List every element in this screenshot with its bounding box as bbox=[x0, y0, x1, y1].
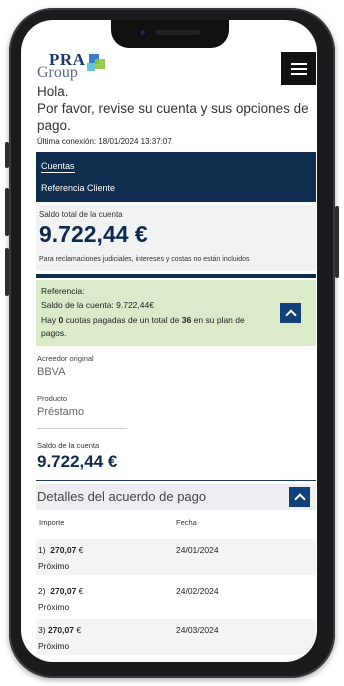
product-value: Préstamo bbox=[37, 406, 85, 418]
phone-volume-up-button bbox=[5, 188, 9, 236]
phone-power-button bbox=[335, 206, 339, 278]
payment-row: 3) 270,07 € Próximo 24/03/2024 bbox=[36, 619, 316, 655]
payment-row: 2) 270,07 € Próximo 24/02/2024 bbox=[36, 580, 316, 616]
hamburger-menu-icon bbox=[290, 62, 307, 75]
payment-plan-collapse-button[interactable] bbox=[289, 487, 310, 507]
phone-volume-down-button bbox=[5, 248, 9, 296]
total-balance-label: Saldo total de la cuenta bbox=[39, 210, 123, 219]
reference-quotas: Hay 0 cuotas pagadas de un total de 36 e… bbox=[41, 315, 245, 338]
payment-date: 24/03/2024 bbox=[176, 625, 219, 635]
total-balance-amount: 9.722,44 € bbox=[39, 221, 148, 247]
greeting-hello: Hola. bbox=[37, 84, 69, 99]
menu-button[interactable] bbox=[281, 52, 316, 85]
payment-status: Próximo bbox=[38, 641, 70, 651]
payment-plan-columns: Importe Fecha bbox=[36, 513, 316, 538]
payment-amount: 2) 270,07 € bbox=[38, 586, 84, 596]
reference-title: Referencia: bbox=[41, 286, 85, 296]
creditor-label: Acreedor original bbox=[37, 354, 94, 363]
payment-row: 1) 270,07 € Próximo 24/01/2024 bbox=[36, 539, 316, 575]
column-amount-header: Importe bbox=[39, 518, 65, 527]
logo-text-group: Group bbox=[37, 64, 78, 81]
field-divider bbox=[37, 428, 127, 429]
logo-square-green bbox=[95, 59, 105, 69]
reference-balance: Saldo de la cuenta: 9.722,44€ bbox=[41, 300, 154, 310]
phone-side-button bbox=[5, 142, 9, 168]
last-connection: Última conexión: 18/01/2024 13:37:07 bbox=[37, 137, 172, 146]
payment-date: 24/01/2024 bbox=[176, 545, 219, 555]
phone-notch bbox=[111, 20, 229, 48]
creditor-value: BBVA bbox=[37, 366, 66, 378]
payment-date: 24/02/2024 bbox=[176, 586, 219, 596]
phone-screen: PRA Group Hola. Por favor, revise su cue… bbox=[21, 20, 317, 662]
product-label: Producto bbox=[37, 394, 68, 403]
reference-collapse-button[interactable] bbox=[280, 303, 301, 323]
pra-group-logo[interactable]: PRA Group bbox=[37, 50, 117, 81]
total-balance-note: Para reclamaciones judiciales, intereses… bbox=[39, 256, 250, 263]
speaker-icon bbox=[155, 30, 201, 35]
payment-plan-header[interactable]: Detalles del acuerdo de pago bbox=[36, 484, 316, 510]
account-nav-band: Cuentas Referencia Cliente bbox=[36, 152, 316, 202]
greeting-message: Por favor, revise su cuenta y sus opcion… bbox=[37, 101, 309, 133]
account-balance-label: Saldo de la cuenta bbox=[37, 441, 100, 450]
reference-summary: Referencia: Saldo de la cuenta: 9.722,44… bbox=[36, 280, 316, 346]
greeting: Hola. Por favor, revise su cuenta y sus … bbox=[37, 83, 317, 134]
payment-amount: 3) 270,07 € bbox=[38, 625, 82, 635]
chevron-up-icon bbox=[293, 493, 306, 505]
total-balance-box: Saldo total de la cuenta 9.722,44 € Para… bbox=[36, 205, 316, 271]
column-date-header: Fecha bbox=[176, 518, 197, 527]
plan-divider bbox=[36, 480, 316, 481]
client-reference-label: Referencia Cliente bbox=[41, 183, 116, 193]
logo-square-cyan bbox=[87, 63, 95, 71]
account-balance-amount: 9.722,44 € bbox=[37, 452, 118, 471]
tab-accounts[interactable]: Cuentas bbox=[41, 161, 75, 173]
payment-plan-title: Detalles del acuerdo de pago bbox=[37, 489, 207, 504]
payment-status: Próximo bbox=[38, 602, 70, 612]
chevron-up-icon bbox=[284, 309, 297, 321]
payment-status: Próximo bbox=[38, 561, 70, 571]
camera-icon bbox=[138, 28, 147, 37]
section-divider bbox=[36, 274, 316, 278]
payment-amount: 1) 270,07 € bbox=[38, 545, 84, 555]
